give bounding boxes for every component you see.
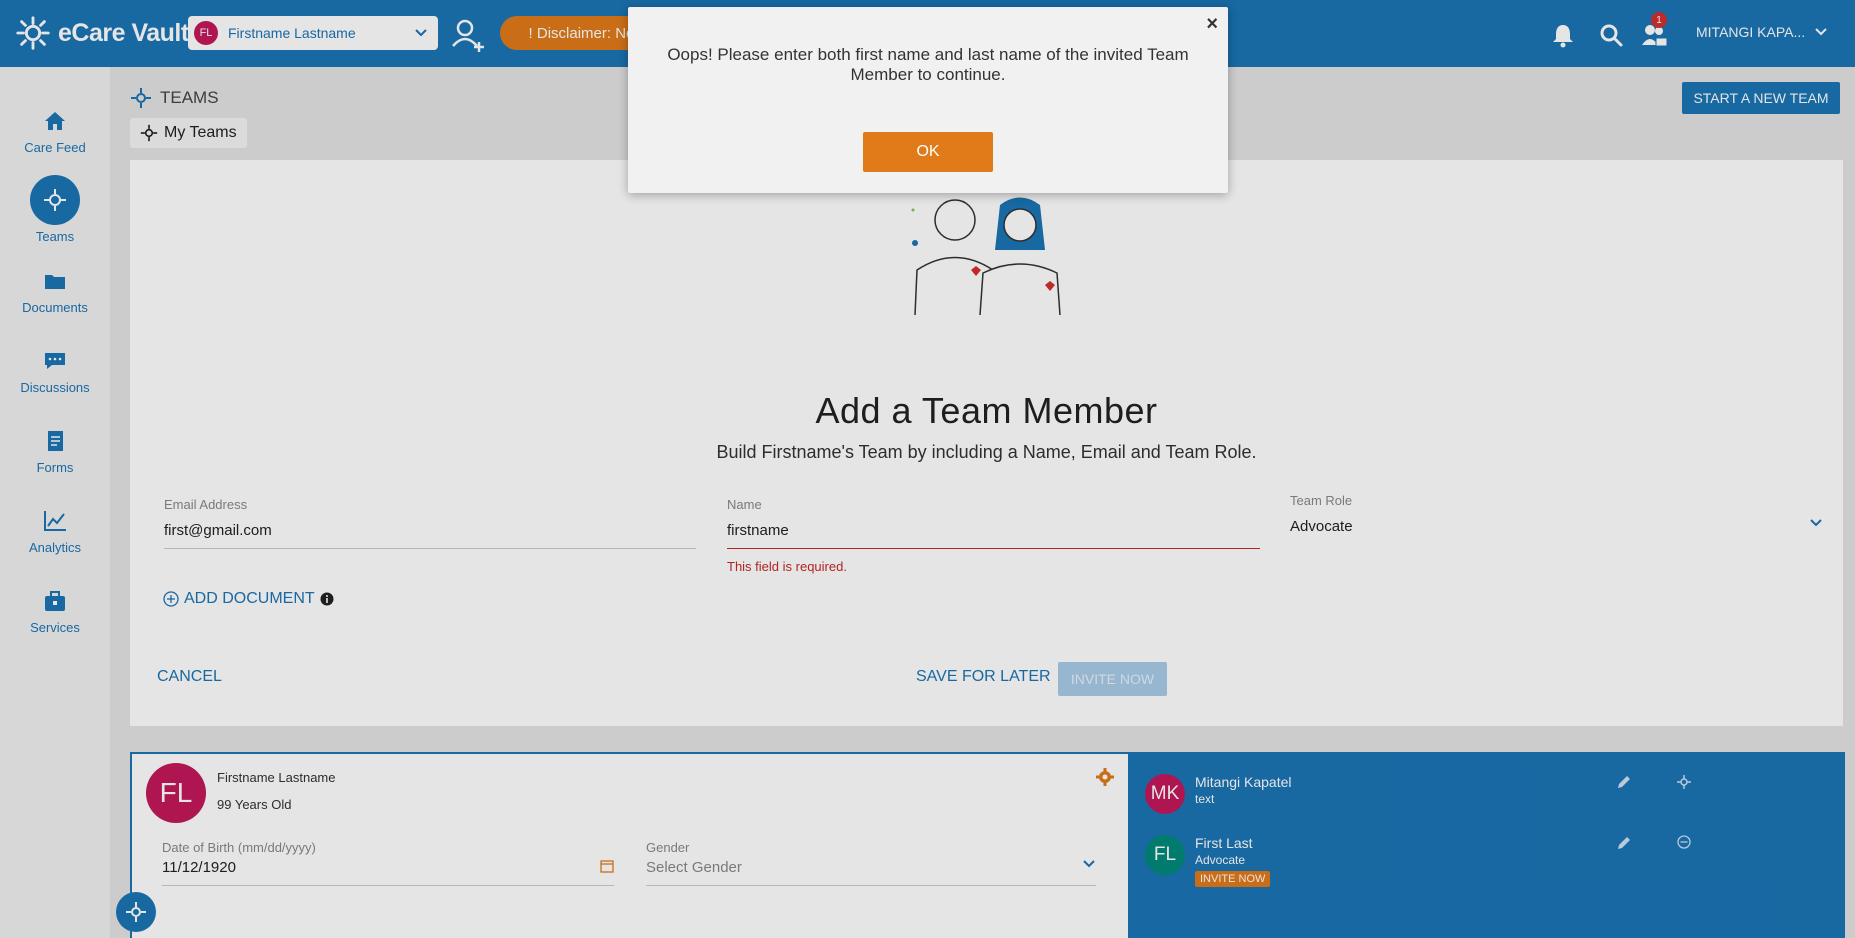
alert-message: Oops! Please enter both first name and l… — [667, 45, 1189, 84]
alert-dialog: × Oops! Please enter both first name and… — [628, 7, 1228, 193]
ok-button[interactable]: OK — [863, 132, 993, 172]
close-icon[interactable]: × — [1206, 13, 1218, 36]
